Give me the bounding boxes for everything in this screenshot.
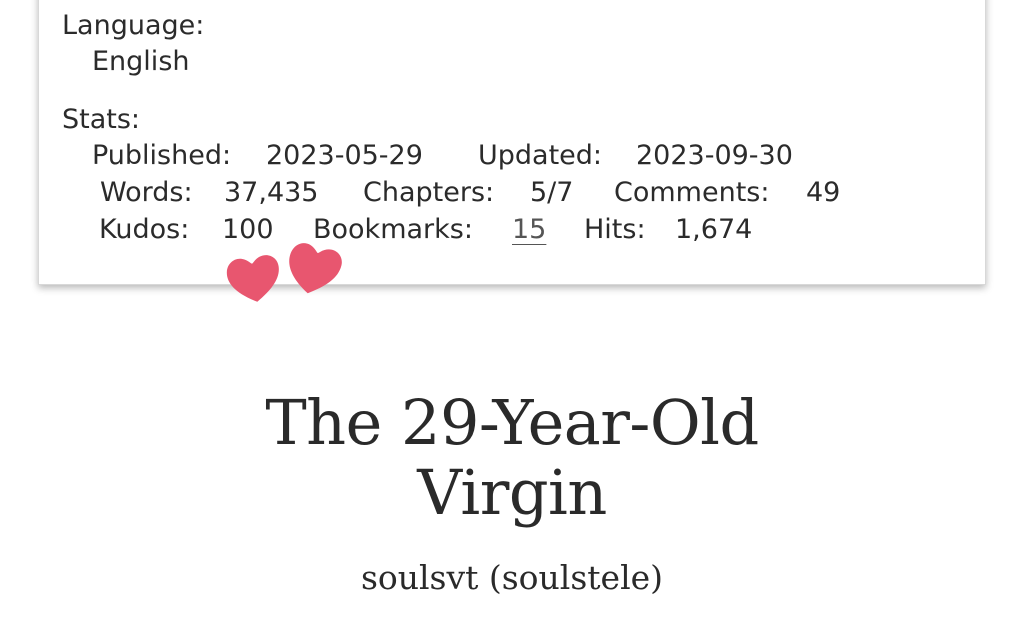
- updated-label: Updated:: [478, 140, 603, 171]
- heart-icon: [289, 243, 342, 294]
- chapters-label: Chapters:: [363, 177, 495, 208]
- heart-icon: [226, 255, 279, 302]
- words-label: Words:: [100, 177, 193, 208]
- chapters-value: 5/7: [530, 177, 574, 208]
- words-value: 37,435: [224, 177, 319, 208]
- work-title-line-2: Virgin: [417, 456, 607, 529]
- hits-label: Hits:: [584, 214, 646, 245]
- updated-value: 2023-09-30: [636, 140, 793, 171]
- stats-label: Stats:: [62, 104, 141, 135]
- published-label: Published:: [92, 140, 232, 171]
- language-value: English: [92, 46, 190, 77]
- comments-label: Comments:: [614, 177, 770, 208]
- kudos-label: Kudos:: [99, 214, 190, 245]
- work-author[interactable]: soulsvt (soulstele): [0, 558, 1024, 598]
- bookmarks-link[interactable]: 15: [512, 214, 546, 246]
- published-value: 2023-05-29: [266, 140, 423, 171]
- hits-value: 1,674: [675, 214, 753, 245]
- work-title-line-1: The 29-Year-Old: [265, 386, 759, 459]
- comments-value: 49: [806, 177, 841, 208]
- kudos-value: 100: [222, 214, 274, 245]
- language-label: Language:: [62, 10, 205, 41]
